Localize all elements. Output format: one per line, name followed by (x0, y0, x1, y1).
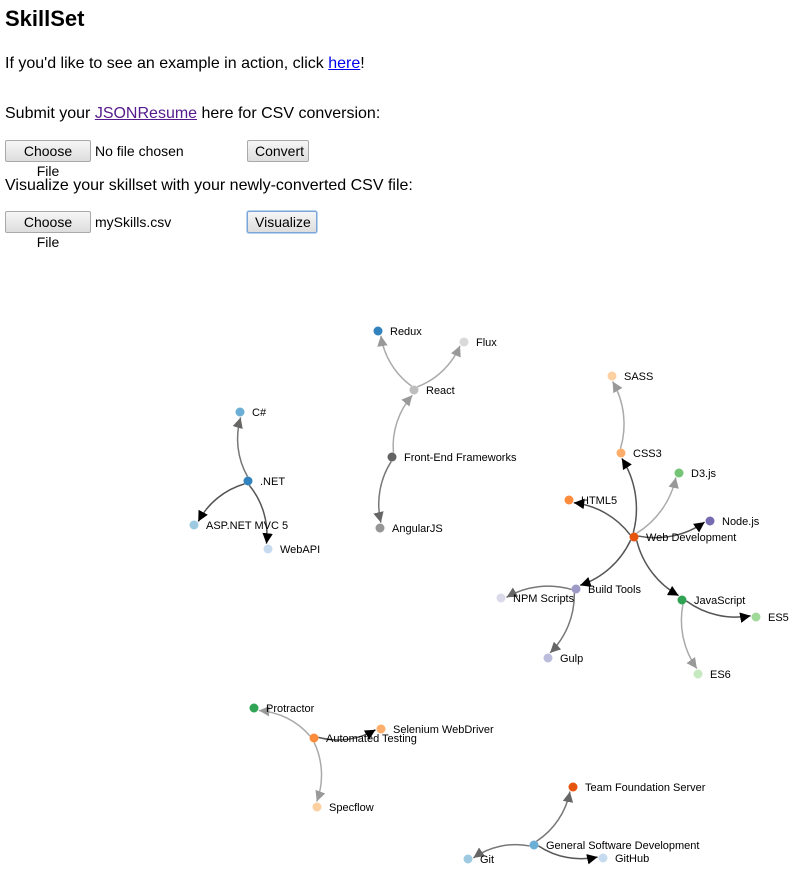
node-github[interactable]: GitHub (598, 853, 650, 865)
node-webapi-dot[interactable] (263, 544, 273, 554)
link-dotnet-to-webapi (248, 484, 273, 544)
node-css3[interactable]: CSS3 (616, 448, 662, 460)
node-github-label: GitHub (615, 853, 649, 865)
node-webdev[interactable]: Web Development (629, 532, 737, 544)
node-webapi-label: WebAPI (280, 544, 320, 556)
node-csharp-label: C# (252, 407, 267, 419)
node-es5-label: ES5 (768, 612, 789, 624)
node-sass-dot[interactable] (607, 371, 617, 381)
node-fef[interactable]: Front-End Frameworks (387, 452, 517, 464)
node-d3-label: D3.js (691, 468, 717, 480)
node-webdev-label: Web Development (646, 532, 736, 544)
node-html5-label: HTML5 (581, 495, 617, 507)
node-es6-dot[interactable] (693, 669, 703, 679)
node-es6-label: ES6 (710, 669, 731, 681)
node-git-label: Git (480, 854, 494, 866)
node-node-dot[interactable] (705, 516, 715, 526)
link-webdev-to-build (579, 539, 632, 587)
node-node-label: Node.js (722, 516, 760, 528)
node-html5-dot[interactable] (564, 495, 574, 505)
node-sass-label: SASS (624, 371, 653, 383)
link-webdev-to-html5 (573, 498, 631, 536)
skill-graph: Redux Flux React Front-End Frameworks Angula… (189, 326, 789, 866)
node-tfs[interactable]: Team Foundation Server (568, 782, 706, 794)
node-css3-label: CSS3 (633, 448, 662, 460)
node-gsd-dot[interactable] (529, 840, 539, 850)
node-flux-label: Flux (476, 337, 497, 349)
link-css3-to-sass (611, 381, 625, 449)
node-specflow-dot[interactable] (312, 802, 322, 812)
node-specflow[interactable]: Specflow (312, 802, 374, 814)
node-es5[interactable]: ES5 (751, 612, 789, 624)
node-redux-label: Redux (390, 326, 422, 338)
node-dotnet-dot[interactable] (243, 476, 253, 486)
node-gulp-dot[interactable] (543, 653, 553, 663)
node-gsd-label: General Software Development (546, 840, 699, 852)
node-npm-dot[interactable] (496, 593, 506, 603)
node-angular-dot[interactable] (375, 523, 385, 533)
node-fef-dot[interactable] (387, 452, 397, 462)
node-flux[interactable]: Flux (459, 337, 498, 349)
node-js[interactable]: JavaScript (677, 595, 746, 607)
link-webdev-to-css3 (621, 458, 638, 533)
node-css3-dot[interactable] (616, 448, 626, 458)
node-build[interactable]: Build Tools (571, 584, 642, 596)
node-gulp[interactable]: Gulp (543, 653, 584, 665)
link-gsd-to-tfs (536, 791, 574, 842)
node-es5-dot[interactable] (751, 612, 761, 622)
link-autotest-to-specflow (313, 742, 326, 802)
node-redux-dot[interactable] (373, 326, 383, 336)
node-aspnet-label: ASP.NET MVC 5 (206, 520, 288, 532)
node-build-label: Build Tools (588, 584, 641, 596)
node-es6[interactable]: ES6 (693, 669, 731, 681)
node-npm[interactable]: NPM Scripts (496, 593, 575, 605)
link-dotnet-to-aspnet (197, 483, 245, 522)
node-d3[interactable]: D3.js (674, 468, 717, 480)
node-fef-label: Front-End Frameworks (404, 452, 517, 464)
node-sass[interactable]: SASS (607, 371, 654, 383)
node-autotest-dot[interactable] (309, 733, 319, 743)
node-tfs-dot[interactable] (568, 782, 578, 792)
node-autotest-label: Automated Testing (326, 733, 417, 745)
node-dotnet-label: .NET (260, 476, 285, 488)
node-js-label: JavaScript (694, 595, 745, 607)
node-html5[interactable]: HTML5 (564, 495, 618, 507)
node-csharp-dot[interactable] (235, 407, 245, 417)
link-fef-to-angular (373, 461, 392, 523)
node-tfs-label: Team Foundation Server (585, 782, 706, 794)
link-webdev-to-js (635, 540, 680, 597)
link-fef-to-react (392, 394, 413, 453)
node-react[interactable]: React (409, 385, 455, 397)
node-angular-label: AngularJS (392, 523, 443, 535)
node-git-dot[interactable] (463, 854, 473, 864)
link-dotnet-to-csharp (232, 417, 249, 477)
node-protractor[interactable]: Protractor (249, 703, 315, 715)
node-gsd[interactable]: General Software Development (529, 840, 700, 852)
link-webdev-to-d3 (636, 477, 679, 534)
node-react-dot[interactable] (409, 385, 419, 395)
node-npm-label: NPM Scripts (513, 593, 575, 605)
link-react-to-redux (377, 335, 413, 387)
node-react-label: React (426, 385, 455, 397)
node-angular[interactable]: AngularJS (375, 523, 443, 535)
node-node[interactable]: Node.js (705, 516, 760, 528)
node-webapi[interactable]: WebAPI (263, 544, 321, 556)
node-autotest[interactable]: Automated Testing (309, 733, 417, 745)
node-aspnet-dot[interactable] (189, 520, 199, 530)
node-webdev-dot[interactable] (629, 532, 639, 542)
node-csharp[interactable]: C# (235, 407, 267, 419)
node-gulp-label: Gulp (560, 653, 583, 665)
node-flux-dot[interactable] (459, 337, 469, 347)
node-d3-dot[interactable] (674, 468, 684, 478)
link-react-to-flux (416, 345, 461, 388)
node-protractor-label: Protractor (266, 703, 315, 715)
node-specflow-label: Specflow (329, 802, 374, 814)
link-js-to-es6 (680, 604, 698, 670)
node-js-dot[interactable] (677, 595, 687, 605)
node-github-dot[interactable] (598, 853, 608, 863)
node-aspnet[interactable]: ASP.NET MVC 5 (189, 520, 289, 532)
node-protractor-dot[interactable] (249, 703, 259, 713)
node-git[interactable]: Git (463, 854, 495, 866)
